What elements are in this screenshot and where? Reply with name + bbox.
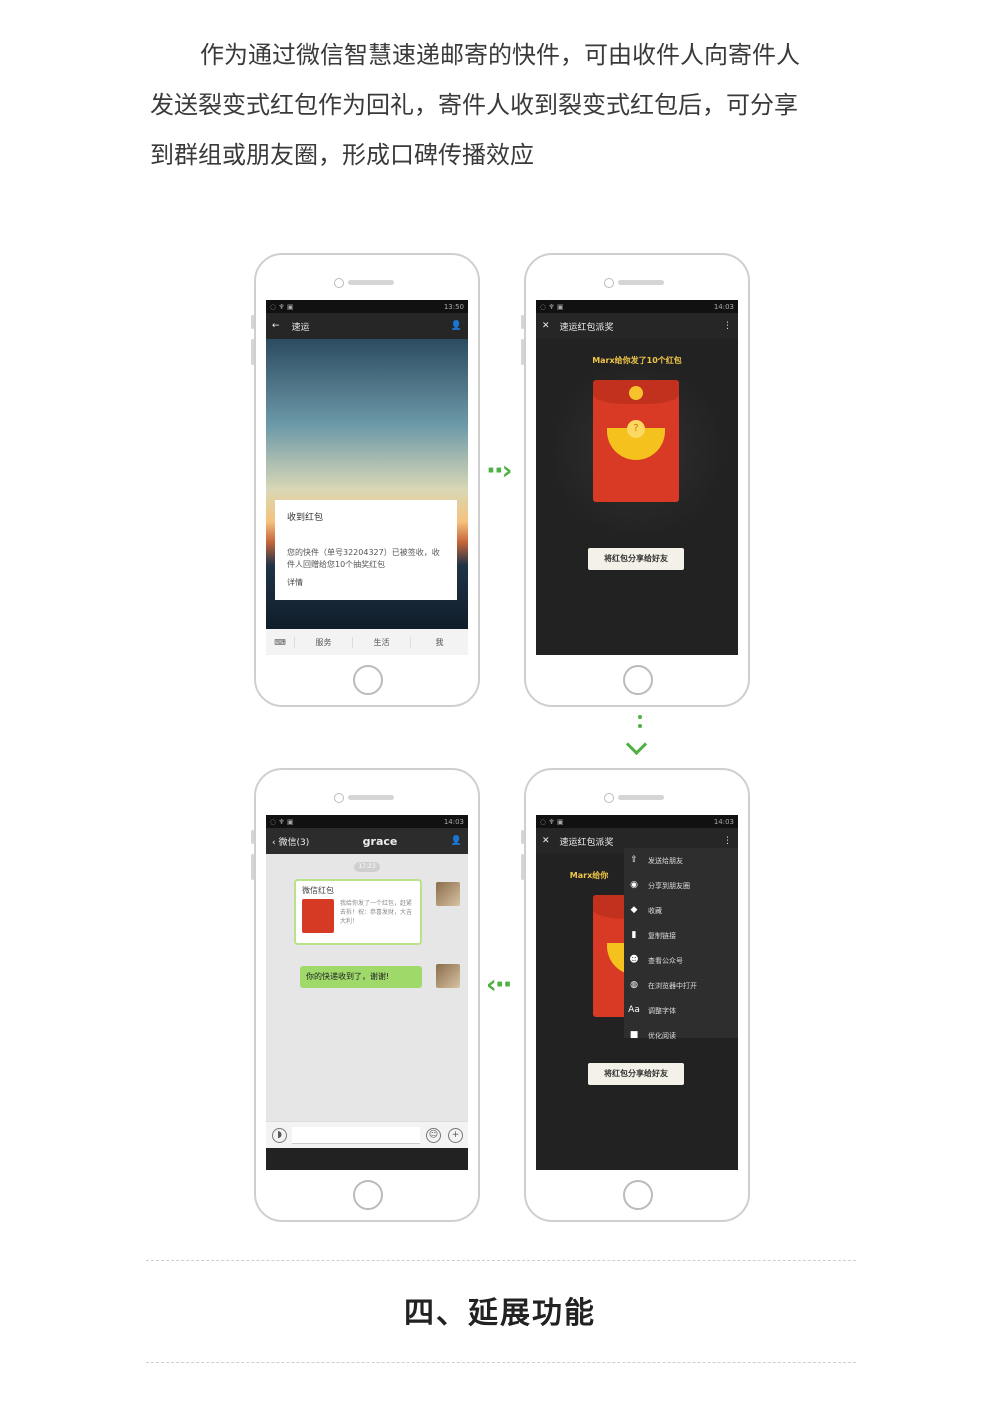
notification-card[interactable]: 收到红包 您的快件（单号32204327）已被签收，收件人回赠给您10个抽奖红包… bbox=[275, 500, 457, 600]
more-icon[interactable]: ⋮ bbox=[723, 321, 732, 331]
menu-item-reading[interactable]: ■ 优化阅读 bbox=[624, 1023, 738, 1048]
menu-item-copy-link[interactable]: ▮ 复制链接 bbox=[624, 923, 738, 948]
menu-item-moments[interactable]: ◉ 分享到朋友圈 bbox=[624, 873, 738, 898]
status-time: 14:03 bbox=[443, 817, 464, 826]
menu-item-font[interactable]: Aa 调整字体 bbox=[624, 998, 738, 1023]
app-bar: ‹ 微信(3) grace 👤 bbox=[266, 828, 468, 854]
chat-area: 17:23 微信红包 我给你发了一个红包，赶紧去拆！祝：恭喜发财，大吉大利！ 你… bbox=[266, 854, 468, 1148]
phone-4-screen: ◌ ♆ ▣ 14:03 ✕ 速运红包派奖 ⋮ Marx给你 将红包分享给好友 ⇪ 发… bbox=[536, 815, 738, 1170]
share-menu: ⇪ 发送给朋友 ◉ 分享到朋友圈 ◆ 收藏 ▮ 复制链接 ☻ 查看公众号 ◍ 在浏览器中打开… bbox=[624, 848, 738, 1040]
phone-1: ◌ ♆ ▣ 13:50 ← 速运 👤 收到红包 您的快件（单号32204327）已… bbox=[251, 253, 480, 707]
phone-3-screen: ◌ ♆ ▣ 14:03 ‹ 微信(3) grace 👤 17:23 微信红包 我给… bbox=[266, 815, 468, 1170]
arrow-left-icon: ‹·· bbox=[486, 970, 513, 1000]
avatar[interactable] bbox=[436, 882, 460, 906]
voice-icon[interactable]: ◗ bbox=[272, 1128, 287, 1143]
intro-paragraph: 作为通过微信智慧速递邮寄的快件，可由收件人向寄件人 发送裂变式红包作为回礼，寄件… bbox=[150, 30, 860, 180]
profile-icon[interactable]: 👤 bbox=[451, 836, 462, 846]
packet-header: Marx给你发了10个红包 bbox=[592, 356, 682, 365]
card-message: 我给你发了一个红包，赶紧去拆！祝：恭喜发财，大吉大利！ bbox=[340, 900, 413, 925]
menu-item-account[interactable]: ☻ 查看公众号 bbox=[624, 948, 738, 973]
notification-title: 收到红包 bbox=[287, 513, 324, 523]
intro-line-2: 发送裂变式红包作为回礼，寄件人收到裂变式红包后，可分享 bbox=[150, 91, 798, 119]
back-icon[interactable]: ← bbox=[272, 321, 280, 331]
menu-item-favorite[interactable]: ◆ 收藏 bbox=[624, 898, 738, 923]
time-pill: 17:23 bbox=[354, 862, 380, 872]
divider-top bbox=[146, 1260, 856, 1261]
close-icon[interactable]: ✕ bbox=[542, 836, 550, 846]
phone-1-screen: ◌ ♆ ▣ 13:50 ← 速运 👤 收到红包 您的快件（单号32204327）已… bbox=[266, 300, 468, 655]
red-packet[interactable]: ? bbox=[593, 380, 679, 502]
phone-2: ◌ ♆ ▣ 14:03 ✕ 速运红包派奖 ⋮ Marx给你发了10个红包 ? 将红… bbox=[521, 253, 750, 707]
intro-line-1: 作为通过微信智慧速递邮寄的快件，可由收件人向寄件人 bbox=[200, 41, 800, 69]
avatar[interactable] bbox=[436, 964, 460, 988]
back-button[interactable]: ‹ 微信(3) bbox=[272, 835, 309, 848]
status-time: 13:50 bbox=[443, 302, 464, 311]
divider-bottom bbox=[146, 1362, 856, 1363]
red-packet-message[interactable]: 微信红包 我给你发了一个红包，赶紧去拆！祝：恭喜发财，大吉大利！ bbox=[294, 879, 422, 945]
menu-item-life[interactable]: 生活 bbox=[352, 636, 410, 648]
status-time: 14:03 bbox=[713, 817, 734, 826]
bottom-menu: ⌨ 服务 生活 我 bbox=[266, 629, 468, 655]
phone-4: ◌ ♆ ▣ 14:03 ✕ 速运红包派奖 ⋮ Marx给你 将红包分享给好友 ⇪ 发… bbox=[521, 768, 750, 1222]
section-title: 四、延展功能 bbox=[404, 1296, 596, 1331]
input-bar: ◗ ☺ + bbox=[266, 1121, 468, 1148]
keyboard-icon[interactable]: ⌨ bbox=[266, 638, 294, 647]
arrow-down-icon bbox=[636, 715, 644, 733]
page-title: 速运 bbox=[291, 322, 310, 333]
menu-item-service[interactable]: 服务 bbox=[294, 636, 352, 648]
close-icon[interactable]: ✕ bbox=[542, 321, 550, 331]
notification-body: 您的快件（单号32204327）已被签收，收件人回赠给您10个抽奖红包 bbox=[287, 548, 440, 569]
chat-title: grace bbox=[362, 834, 398, 848]
more-icon[interactable]: ⋮ bbox=[723, 836, 732, 846]
message-input[interactable] bbox=[292, 1127, 420, 1144]
speaker-icon bbox=[348, 280, 394, 285]
report-icon: ■ bbox=[629, 1029, 639, 1040]
share-packet-button[interactable]: 将红包分享给好友 bbox=[588, 1063, 684, 1085]
plus-icon[interactable]: + bbox=[448, 1128, 463, 1143]
status-time: 14:03 bbox=[713, 302, 734, 311]
menu-item-send-friend[interactable]: ⇪ 发送给朋友 bbox=[624, 848, 738, 873]
moments-icon: ◉ bbox=[630, 879, 638, 890]
account-icon: ☻ bbox=[629, 954, 639, 965]
phone-2-screen: ◌ ♆ ▣ 14:03 ✕ 速运红包派奖 ⋮ Marx给你发了10个红包 ? 将红… bbox=[536, 300, 738, 655]
home-button bbox=[353, 665, 383, 695]
favorite-icon: ◆ bbox=[630, 904, 638, 915]
envelope-icon bbox=[302, 899, 334, 933]
details-link[interactable]: 详情 bbox=[287, 577, 445, 588]
font-icon: Aa bbox=[628, 1004, 640, 1015]
link-icon: ▮ bbox=[631, 929, 637, 940]
page-title: 速运红包派奖 bbox=[559, 322, 614, 333]
browser-icon: ◍ bbox=[630, 979, 638, 990]
menu-item-browser[interactable]: ◍ 在浏览器中打开 bbox=[624, 973, 738, 998]
page-title: 速运红包派奖 bbox=[559, 837, 614, 848]
reply-bubble: 你的快递收到了，谢谢! bbox=[300, 966, 422, 988]
phone-3: ◌ ♆ ▣ 14:03 ‹ 微信(3) grace 👤 17:23 微信红包 我给… bbox=[251, 768, 480, 1222]
status-bar: ◌ ♆ ▣ 13:50 bbox=[266, 300, 468, 313]
app-bar: ← 速运 👤 bbox=[266, 313, 468, 339]
app-bar: ✕ 速运红包派奖 ⋮ bbox=[536, 313, 738, 339]
share-icon: ⇪ bbox=[630, 854, 638, 865]
arrow-right-icon: ··› bbox=[486, 456, 513, 486]
intro-line-3: 到群组或朋友圈，形成口碑传播效应 bbox=[150, 141, 534, 169]
menu-item-me[interactable]: 我 bbox=[410, 636, 468, 648]
card-title: 微信红包 bbox=[302, 886, 334, 895]
profile-icon[interactable]: 👤 bbox=[451, 321, 462, 331]
emoji-icon[interactable]: ☺ bbox=[426, 1128, 441, 1143]
share-packet-button[interactable]: 将红包分享给好友 bbox=[588, 548, 684, 570]
camera-icon bbox=[334, 278, 344, 288]
